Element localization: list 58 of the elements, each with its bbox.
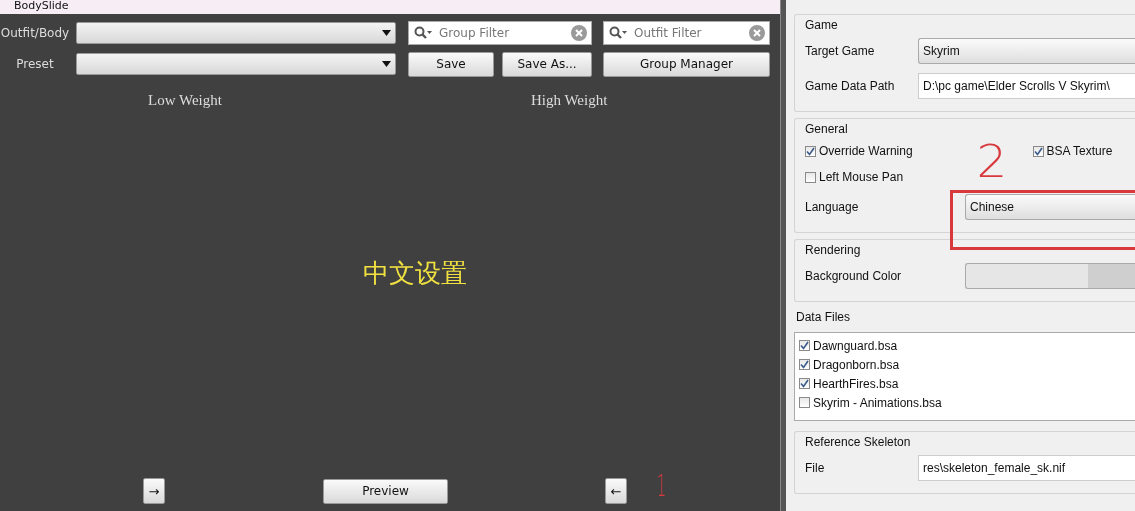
arrow-button[interactable]: ←	[605, 478, 627, 504]
checkbox[interactable]	[1032, 145, 1044, 157]
field-label: Preset	[15, 57, 55, 71]
annotation-number: 2	[976, 136, 1008, 187]
checkbox[interactable]	[805, 171, 816, 183]
weight-label: High Weight	[530, 92, 608, 109]
button[interactable]: Group Manager	[603, 51, 770, 77]
check-icon	[806, 146, 815, 156]
clear-icon	[571, 25, 587, 41]
checkbox[interactable]	[799, 378, 810, 389]
outfit-dropdown[interactable]	[76, 22, 396, 44]
input-field[interactable]: D:\pc game\Elder Scrolls V Skyrim\	[918, 73, 1135, 99]
checkbox[interactable]	[799, 397, 810, 408]
group-title: Data Files	[796, 310, 852, 324]
checkbox[interactable]	[799, 359, 810, 370]
button[interactable]: Save	[408, 51, 494, 77]
group-title: Game	[805, 18, 839, 32]
check-icon	[800, 379, 809, 388]
checkbox[interactable]	[805, 145, 816, 157]
window-title: BodySlide	[14, 0, 69, 11]
list-item[interactable]: Dawnguard.bsa	[813, 338, 898, 353]
field-label: Outfit/Body	[0, 26, 70, 40]
caret-icon	[382, 30, 391, 36]
check-icon	[1033, 146, 1043, 156]
color-picker[interactable]	[965, 263, 1135, 289]
checkbox-label: Left Mouse Pan	[819, 170, 904, 184]
search-icon	[609, 26, 627, 40]
field-label: Target Game	[805, 44, 876, 58]
group-title: Reference Skeleton	[805, 435, 912, 449]
check-icon	[800, 341, 809, 350]
checkbox[interactable]	[799, 340, 810, 351]
dropdown[interactable]: Skyrim	[918, 38, 1135, 64]
field-label: File	[805, 461, 826, 475]
check-icon	[800, 360, 809, 369]
arrow-button[interactable]: →	[143, 478, 165, 504]
list-item[interactable]: Skyrim - Animations.bsa	[813, 395, 942, 410]
search-field[interactable]: Group Filter	[408, 21, 592, 45]
group-title: Rendering	[805, 243, 862, 257]
field-label: Language	[805, 200, 860, 214]
search-icon	[414, 26, 432, 40]
search-field[interactable]: Outfit Filter	[603, 21, 770, 45]
weight-label: Low Weight	[148, 92, 222, 109]
list-item[interactable]: HearthFires.bsa	[813, 376, 899, 391]
field-label: Background Color	[805, 269, 903, 283]
preset-dropdown[interactable]	[76, 53, 396, 75]
list-item[interactable]: Dragonborn.bsa	[813, 357, 900, 372]
preview-button[interactable]: Preview	[323, 478, 448, 504]
button[interactable]: Save As...	[502, 51, 592, 77]
input-field[interactable]: res\skeleton_female_sk.nif	[918, 455, 1135, 481]
clear-icon	[749, 25, 765, 41]
group-title: General	[805, 122, 849, 136]
caption-text: 中文设置	[363, 256, 467, 290]
caret-icon	[382, 61, 391, 67]
annotation-number: 1	[656, 468, 667, 503]
dropdown[interactable]: Chinese	[965, 194, 1135, 220]
checkbox-label: Override Warning	[819, 144, 913, 158]
checkbox-label: BSA Texture	[1046, 144, 1113, 158]
field-label: Game Data Path	[805, 79, 896, 93]
